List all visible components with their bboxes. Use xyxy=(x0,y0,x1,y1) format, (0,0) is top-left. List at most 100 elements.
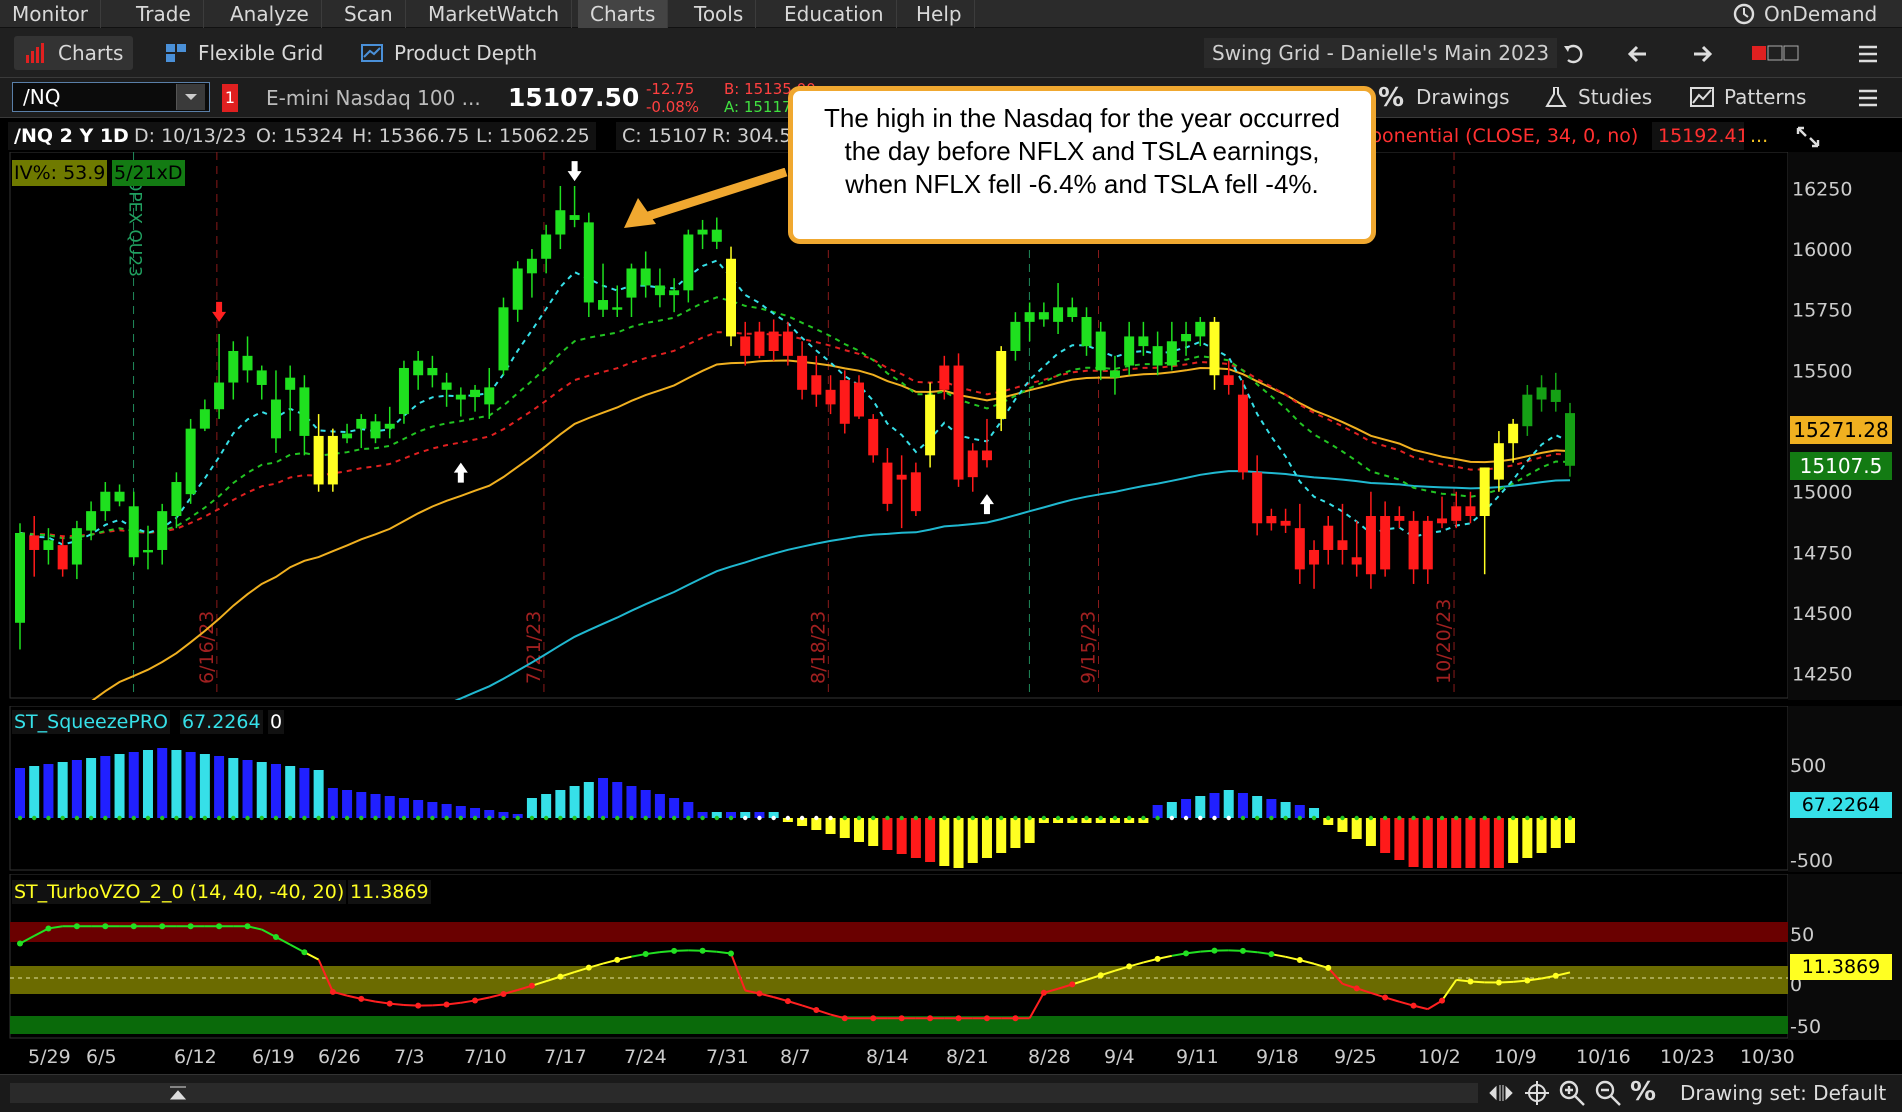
candle-body xyxy=(1237,394,1248,473)
squeeze-dot xyxy=(1141,815,1146,821)
menu-marketwatch[interactable]: MarketWatch xyxy=(416,0,573,28)
vzo-point xyxy=(898,1015,905,1022)
squeeze-bar xyxy=(1365,818,1376,846)
candle-body xyxy=(1451,506,1462,521)
zoom-in-icon[interactable] xyxy=(1558,1079,1586,1107)
squeeze-dot xyxy=(856,815,862,821)
squeeze-dot xyxy=(160,815,165,821)
squeeze-dot xyxy=(316,815,321,821)
squeeze-dot xyxy=(1112,815,1118,821)
zoom-out-icon[interactable] xyxy=(1594,1079,1622,1107)
menu-help[interactable]: Help xyxy=(904,0,975,28)
squeeze-value-tag: 67.2264 xyxy=(1790,792,1892,818)
candle-body xyxy=(1337,540,1348,550)
expand-icon[interactable] xyxy=(1794,124,1822,150)
squeeze-dot xyxy=(1553,815,1558,821)
ondemand-button[interactable]: OnDemand xyxy=(1722,0,1889,28)
candle-body xyxy=(1010,321,1021,351)
menu-education[interactable]: Education xyxy=(772,0,897,28)
candle-body xyxy=(782,331,793,356)
price-tick: 16250 xyxy=(1792,178,1852,200)
candle-body xyxy=(925,394,936,456)
flexible-grid-label: Flexible Grid xyxy=(198,41,324,65)
crosshair-icon[interactable] xyxy=(1524,1081,1550,1105)
vzo-point xyxy=(1097,972,1104,979)
squeeze-pane[interactable] xyxy=(0,706,1902,872)
bar-chart-icon xyxy=(26,43,44,63)
flexible-grid-button[interactable]: Flexible Grid xyxy=(154,36,333,70)
studies-button[interactable]: Studies xyxy=(1534,80,1662,114)
squeeze-bar xyxy=(839,818,850,838)
back-arrow-icon[interactable] xyxy=(1626,42,1650,66)
chevron-down-icon xyxy=(185,94,197,100)
squeeze-bar xyxy=(1493,818,1504,868)
squeeze-bar xyxy=(1380,818,1391,853)
squeeze-dot xyxy=(814,815,819,821)
squeeze-bar xyxy=(427,802,438,818)
squeeze-bar xyxy=(285,766,296,818)
drawings-button[interactable]: Drawings xyxy=(1398,80,1520,114)
squeeze-dot xyxy=(771,815,776,821)
link-color-icon[interactable] xyxy=(1752,44,1800,62)
date-tick: 5/29 xyxy=(28,1046,71,1068)
squeeze-dot xyxy=(344,815,350,821)
undo-icon[interactable] xyxy=(1562,42,1586,66)
menu-lines-icon[interactable] xyxy=(1856,42,1880,66)
candle-body xyxy=(1223,375,1234,385)
date-tick: 7/17 xyxy=(544,1046,587,1068)
squeeze-bar xyxy=(896,818,907,854)
menu-monitor[interactable]: Monitor xyxy=(0,0,102,28)
percent-scale-icon[interactable]: % xyxy=(1630,1077,1656,1107)
squeeze-bar xyxy=(526,798,537,818)
product-depth-button[interactable]: Product Depth xyxy=(350,36,547,70)
candle-body xyxy=(541,234,552,259)
squeeze-dot xyxy=(1212,815,1217,821)
candle-body xyxy=(654,285,665,296)
menu-analyze[interactable]: Analyze xyxy=(218,0,322,28)
percent-change: -0.08% xyxy=(646,98,700,116)
vzo-point xyxy=(1211,947,1218,954)
bar-date: D: 10/13/23 xyxy=(128,122,253,150)
menu-scan[interactable]: Scan xyxy=(332,0,406,28)
squeeze-bar xyxy=(1237,793,1248,818)
expiry-label: 7/21/23 xyxy=(523,611,545,684)
squeeze-bar xyxy=(370,794,381,818)
date-tick: 6/5 xyxy=(86,1046,117,1068)
patterns-button[interactable]: Patterns xyxy=(1680,80,1816,114)
date-tick: 10/2 xyxy=(1418,1046,1461,1068)
drawing-set-label[interactable]: Drawing set: Default xyxy=(1680,1081,1886,1105)
menu-tools[interactable]: Tools xyxy=(682,0,757,28)
forward-arrow-icon[interactable] xyxy=(1690,42,1714,66)
vzo-point xyxy=(73,923,80,930)
squeeze-bar xyxy=(86,758,97,818)
zoom-arrows-icon[interactable] xyxy=(1488,1081,1514,1105)
net-change: -12.75 xyxy=(646,80,695,98)
candle-body xyxy=(15,532,25,623)
vzo-tick-50: 50 xyxy=(1790,924,1815,946)
squeeze-bar xyxy=(1422,818,1433,868)
squeeze-dot xyxy=(174,815,179,821)
horizontal-scrollbar[interactable] xyxy=(10,1083,1478,1103)
chart-menu-icon[interactable] xyxy=(1856,86,1880,110)
grid-name-field[interactable]: Swing Grid - Danielle's Main 2023 xyxy=(1204,38,1558,68)
menu-trade[interactable]: Trade xyxy=(124,0,204,28)
candle-body xyxy=(1209,321,1220,376)
candle-body xyxy=(1508,423,1519,444)
squeeze-dot xyxy=(671,815,677,821)
charts-tab-button[interactable]: Charts xyxy=(14,36,134,70)
menu-charts[interactable]: Charts xyxy=(578,0,669,28)
link-badge[interactable]: 1 xyxy=(222,84,238,112)
squeeze-bar xyxy=(342,790,353,818)
vzo-point xyxy=(1325,964,1332,971)
ondemand-label: OnDemand xyxy=(1764,2,1878,26)
symbol-dropdown-button[interactable] xyxy=(176,84,205,110)
squeeze-dot xyxy=(643,815,648,821)
annotation-callout: The high in the Nasdaq for the year occu… xyxy=(788,86,1376,244)
candle-body xyxy=(242,355,253,371)
squeeze-dot xyxy=(757,815,762,821)
scroll-to-start-icon[interactable] xyxy=(166,1083,190,1103)
squeeze-bar xyxy=(654,794,665,818)
study-overflow[interactable]: ... xyxy=(1744,122,1775,150)
squeeze-dot xyxy=(17,815,23,821)
candle-body xyxy=(157,511,168,550)
